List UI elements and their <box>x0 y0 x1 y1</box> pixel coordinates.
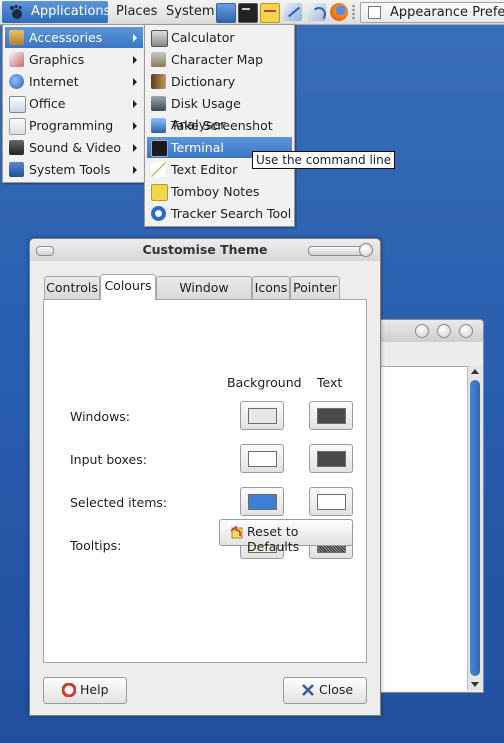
menu-item-office[interactable]: Office <box>5 93 143 114</box>
desktop-icon[interactable] <box>216 3 236 23</box>
close-button[interactable]: Close <box>283 677 367 704</box>
scrollbar-thumb[interactable] <box>470 380 480 676</box>
menu-item-internet[interactable]: Internet <box>5 71 143 92</box>
applications-menu: Accessories Graphics Internet Office Pro… <box>2 24 146 183</box>
close-icon[interactable] <box>459 324 473 338</box>
tab-colours[interactable]: Colours <box>100 274 156 300</box>
system-tools-icon <box>9 162 24 177</box>
windows-text-color-button[interactable] <box>309 401 353 430</box>
panel-separator <box>352 4 355 20</box>
selected-items-label: Selected items: <box>70 495 168 510</box>
tomboy-icon <box>151 184 168 201</box>
gnome-foot-icon <box>10 4 22 19</box>
sound-video-icon <box>9 140 24 155</box>
disk-usage-icon <box>151 96 166 111</box>
applications-menu-button[interactable]: Applications <box>2 1 111 23</box>
tooltips-label: Tooltips: <box>70 538 122 553</box>
minimize-icon[interactable] <box>415 324 429 338</box>
firefox-icon[interactable] <box>330 3 348 21</box>
tab-controls[interactable]: Controls <box>44 276 100 299</box>
terminal-icon[interactable] <box>238 3 258 23</box>
vertical-scrollbar[interactable] <box>467 366 483 690</box>
network-icon[interactable] <box>308 3 326 21</box>
system-menu[interactable]: System <box>166 4 214 19</box>
top-panel: Applications Places System Appearance Pr… <box>0 0 504 25</box>
help-button[interactable]: Help <box>43 677 127 704</box>
terminal-icon <box>151 140 168 157</box>
menu-item-calculator[interactable]: Calculator <box>147 27 292 48</box>
tab-window-border[interactable]: Window Border <box>156 276 252 317</box>
internet-icon <box>9 74 24 89</box>
submenu-arrow-icon <box>133 100 137 108</box>
office-icon <box>9 96 26 113</box>
color-swatch <box>248 494 277 510</box>
menu-item-programming[interactable]: Programming <box>5 115 143 136</box>
terminal-tooltip: Use the command line <box>252 151 396 169</box>
color-swatch <box>317 494 346 510</box>
color-swatch <box>317 408 346 424</box>
reset-to-defaults-button[interactable]: Reset to Defaults <box>219 519 353 554</box>
input-boxes-text-color-button[interactable] <box>309 444 353 473</box>
customise-theme-dialog: Customise Theme Controls Colours Window … <box>29 238 381 716</box>
text-editor-icon <box>151 162 166 177</box>
submenu-arrow-icon <box>133 144 137 152</box>
menu-item-tracker-search-tool[interactable]: Tracker Search Tool <box>147 203 292 224</box>
color-swatch <box>317 451 346 467</box>
background-window <box>378 319 484 693</box>
edit-icon[interactable] <box>284 3 302 21</box>
accessories-icon <box>9 30 24 45</box>
screenshot-icon <box>151 118 166 133</box>
menu-item-accessories[interactable]: Accessories <box>5 27 143 48</box>
background-window-titlebar[interactable] <box>379 320 483 342</box>
menu-item-disk-usage-analyser[interactable]: Disk Usage Analyser <box>147 93 292 132</box>
sticky-note-icon[interactable] <box>260 3 280 23</box>
selected-items-background-color-button[interactable] <box>240 487 284 516</box>
menu-item-character-map[interactable]: Character Map <box>147 49 292 70</box>
programming-icon <box>9 118 26 135</box>
maximize-icon[interactable] <box>437 324 451 338</box>
places-menu[interactable]: Places <box>116 4 157 19</box>
tracker-search-icon <box>151 206 166 221</box>
scroll-down-icon[interactable] <box>471 682 479 687</box>
tab-pointer[interactable]: Pointer <box>290 276 340 299</box>
background-window-content <box>379 366 467 691</box>
tab-icons[interactable]: Icons <box>252 276 290 299</box>
calculator-icon <box>151 30 168 47</box>
input-boxes-label: Input boxes: <box>70 452 147 467</box>
character-map-icon <box>151 52 166 67</box>
close-icon[interactable] <box>359 243 373 257</box>
submenu-arrow-icon <box>133 122 137 130</box>
menu-item-graphics[interactable]: Graphics <box>5 49 143 70</box>
graphics-icon <box>9 52 24 67</box>
dictionary-icon <box>151 74 166 89</box>
close-icon <box>302 684 314 696</box>
applications-label: Applications <box>31 4 111 19</box>
windows-label: Windows: <box>70 409 131 424</box>
colours-panel: Background Text Windows: Input boxes: Se… <box>43 299 367 663</box>
windows-background-color-button[interactable] <box>240 401 284 430</box>
menu-item-dictionary[interactable]: Dictionary <box>147 71 292 92</box>
input-boxes-background-color-button[interactable] <box>240 444 284 473</box>
submenu-arrow-icon <box>133 34 137 42</box>
text-column-header: Text <box>317 375 343 390</box>
color-swatch <box>248 408 277 424</box>
scroll-up-icon[interactable] <box>471 369 479 374</box>
task-appearance-preferences[interactable]: Appearance Preferences <box>360 2 504 23</box>
submenu-arrow-icon <box>133 56 137 64</box>
menu-item-take-screenshot[interactable]: Take Screenshot <box>147 115 292 136</box>
submenu-arrow-icon <box>133 166 137 174</box>
window-icon <box>368 6 381 19</box>
menu-item-system-tools[interactable]: System Tools <box>5 159 143 180</box>
titlebar-pill <box>308 246 366 256</box>
accessories-submenu: Calculator Character Map Dictionary Disk… <box>144 24 295 227</box>
submenu-arrow-icon <box>133 78 137 86</box>
revert-icon <box>230 525 243 539</box>
help-icon <box>62 683 76 697</box>
dialog-titlebar[interactable]: Customise Theme <box>30 239 380 261</box>
selected-items-text-color-button[interactable] <box>309 487 353 516</box>
menu-item-sound-video[interactable]: Sound & Video <box>5 137 143 158</box>
background-column-header: Background <box>227 375 302 390</box>
menu-item-tomboy-notes[interactable]: Tomboy Notes <box>147 181 292 202</box>
color-swatch <box>248 451 277 467</box>
